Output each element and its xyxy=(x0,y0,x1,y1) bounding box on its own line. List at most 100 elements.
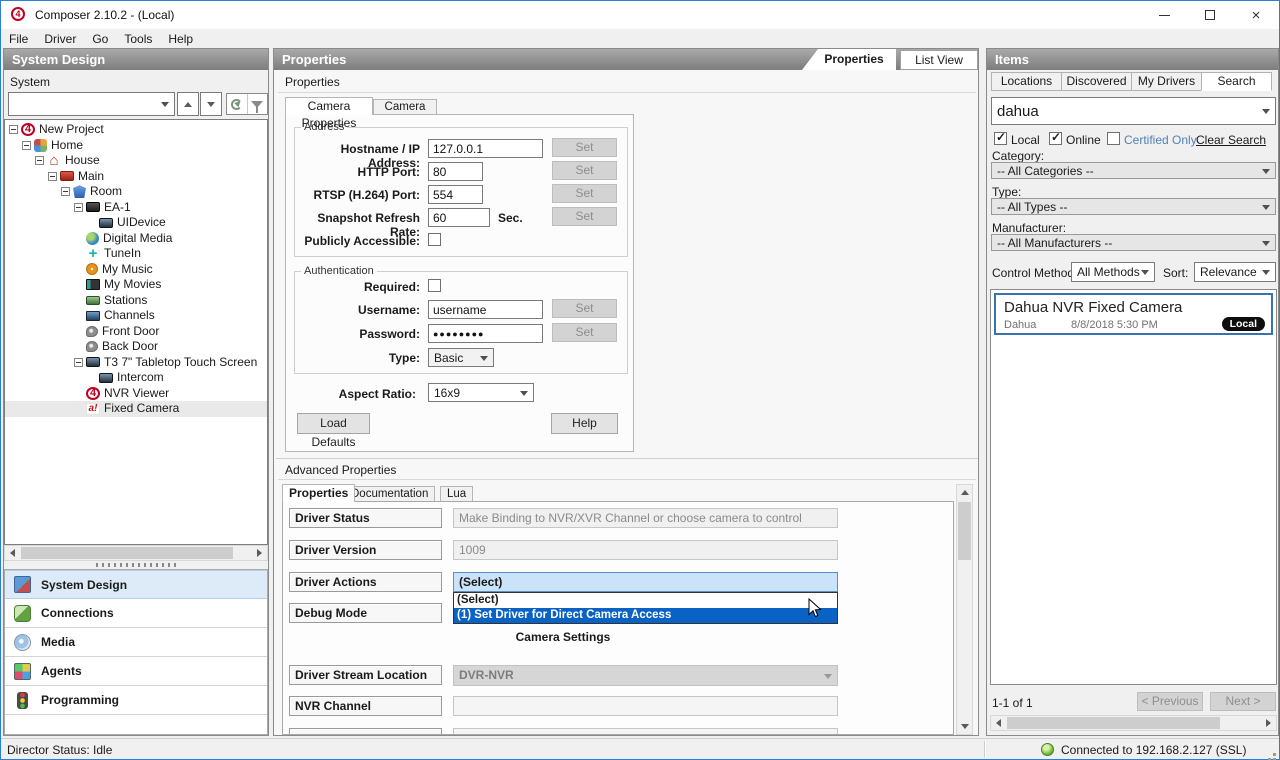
tab-camera-properties[interactable]: Camera Properties xyxy=(285,97,373,115)
tree-horizontal-scrollbar[interactable] xyxy=(4,545,268,561)
tree-item-ea-1[interactable]: EA-1 xyxy=(5,200,267,216)
nav-item-agents[interactable]: Agents xyxy=(5,657,267,686)
expander-icon[interactable] xyxy=(74,203,83,212)
tree-item-front-door[interactable]: Front Door xyxy=(5,324,267,340)
tree-item-intercom[interactable]: Intercom xyxy=(5,370,267,386)
category-combo[interactable]: -- All Categories -- xyxy=(991,162,1276,179)
tree-item-t3-7-tabletop-touch-screen[interactable]: T3 7" Tabletop Touch Screen xyxy=(5,355,267,371)
chevron-down-icon xyxy=(824,674,832,679)
tree-item-room[interactable]: Room xyxy=(5,184,267,200)
tree-item-back-door[interactable]: Back Door xyxy=(5,339,267,355)
nav-item-system-design[interactable]: System Design xyxy=(5,570,267,599)
control-method-combo[interactable]: All Methods xyxy=(1071,262,1155,282)
tab-lua[interactable]: Lua xyxy=(440,486,473,502)
rtsp-port-input[interactable] xyxy=(428,185,483,204)
tree-item-nvr-viewer[interactable]: 4NVR Viewer xyxy=(5,386,267,402)
tree-item-home[interactable]: Home xyxy=(5,138,267,154)
scrollbar-thumb[interactable] xyxy=(958,502,971,560)
items-horizontal-scrollbar[interactable] xyxy=(990,715,1277,731)
tab-discovered[interactable]: Discovered xyxy=(1061,72,1132,91)
scrollbar-thumb[interactable] xyxy=(1007,717,1220,729)
type-combo[interactable]: -- All Types -- xyxy=(991,198,1276,215)
tree-item-my-music[interactable]: My Music xyxy=(5,262,267,278)
tree-item-main[interactable]: Main xyxy=(5,169,267,185)
expander-icon[interactable] xyxy=(9,125,18,134)
nav-item-connections[interactable]: Connections xyxy=(5,599,267,628)
set-snapshot-button[interactable]: Set xyxy=(552,207,617,226)
controller-icon xyxy=(86,202,100,212)
aspect-ratio-combo[interactable]: 16x9 xyxy=(428,383,534,402)
help-button[interactable]: Help xyxy=(551,413,618,434)
online-checkbox[interactable] xyxy=(1049,132,1062,145)
tree-item-stations[interactable]: Stations xyxy=(5,293,267,309)
tree-down-button[interactable] xyxy=(200,92,222,116)
set-password-button[interactable]: Set xyxy=(552,323,617,342)
result-dahua-nvr-fixed-camera[interactable]: Dahua NVR Fixed CameraDahua8/8/2018 5:30… xyxy=(994,293,1273,335)
set-hostname-button[interactable]: Set xyxy=(552,138,617,157)
load-defaults-button[interactable]: Load Defaults xyxy=(297,413,370,434)
menu-help[interactable]: Help xyxy=(160,30,201,48)
expander-icon[interactable] xyxy=(48,172,57,181)
tab-search[interactable]: Search xyxy=(1201,72,1272,91)
required-checkbox[interactable] xyxy=(428,279,441,292)
tab-locations[interactable]: Locations xyxy=(991,72,1062,91)
menu-go[interactable]: Go xyxy=(84,30,116,48)
tab-documentation[interactable]: Documentation xyxy=(344,486,435,502)
system-selector-combo[interactable] xyxy=(8,92,175,116)
set-rtsp-button[interactable]: Set xyxy=(552,184,617,203)
expander-icon[interactable] xyxy=(35,156,44,165)
password-input[interactable] xyxy=(428,324,543,343)
nav-item-media[interactable]: Media xyxy=(5,628,267,657)
hostname-input[interactable] xyxy=(428,139,543,158)
manufacturer-combo[interactable]: -- All Manufacturers -- xyxy=(991,234,1276,251)
resize-grip[interactable] xyxy=(1273,753,1276,756)
menu-file[interactable]: File xyxy=(1,30,36,48)
tab-properties-view[interactable]: Properties xyxy=(802,49,896,70)
tree-up-button[interactable] xyxy=(177,92,199,116)
search-input[interactable]: dahua xyxy=(991,97,1276,125)
maximize-button[interactable] xyxy=(1187,1,1233,29)
expander-icon[interactable] xyxy=(61,187,70,196)
tree-item-new-project[interactable]: 4New Project xyxy=(5,122,267,138)
local-checkbox[interactable] xyxy=(994,132,1007,145)
nav-item-programming[interactable]: Programming xyxy=(5,686,267,715)
tree-item-uidevice[interactable]: UIDevice xyxy=(5,215,267,231)
expander-icon[interactable] xyxy=(22,141,31,150)
tab-advanced-properties[interactable]: Properties xyxy=(282,484,355,502)
minimize-button[interactable] xyxy=(1141,1,1187,29)
publicly-accessible-checkbox[interactable] xyxy=(428,233,441,246)
next-button[interactable]: Next > xyxy=(1210,692,1276,711)
tree-item-channels[interactable]: Channels xyxy=(5,308,267,324)
tab-list-view[interactable]: List View xyxy=(900,50,978,70)
username-input[interactable] xyxy=(428,300,543,319)
http-port-input[interactable] xyxy=(428,162,483,181)
certified-only-checkbox[interactable] xyxy=(1107,132,1120,145)
dropdown-option-1-set-driver-for-direct-camera-access[interactable]: (1) Set Driver for Direct Camera Access xyxy=(454,608,837,623)
clear-search-link[interactable]: Clear Search xyxy=(1196,133,1266,147)
dropdown-option-select[interactable]: (Select) xyxy=(454,593,837,608)
set-username-button[interactable]: Set xyxy=(552,299,617,318)
expander-icon[interactable] xyxy=(74,358,83,367)
tab-my-drivers[interactable]: My Drivers xyxy=(1131,72,1202,91)
snapshot-rate-input[interactable] xyxy=(428,208,490,227)
menu-tools[interactable]: Tools xyxy=(116,30,160,48)
sort-combo[interactable]: Relevance xyxy=(1194,262,1276,282)
status-separator xyxy=(984,741,986,758)
previous-button[interactable]: < Previous xyxy=(1137,692,1203,711)
panel-splitter-handle[interactable] xyxy=(96,563,176,567)
set-http-button[interactable]: Set xyxy=(552,161,617,180)
scrollbar-thumb[interactable] xyxy=(21,547,233,559)
tree-item-tunein[interactable]: +TuneIn xyxy=(5,246,267,262)
tab-camera-test[interactable]: Camera Test xyxy=(373,99,437,115)
tree-item-fixed-camera[interactable]: a!Fixed Camera xyxy=(5,401,267,417)
tree-item-digital-media[interactable]: Digital Media xyxy=(5,231,267,247)
tree-item-my-movies[interactable]: My Movies xyxy=(5,277,267,293)
driver-actions-combo[interactable]: (Select) xyxy=(453,572,838,592)
tree-item-house[interactable]: ⌂House xyxy=(5,153,267,169)
menu-driver[interactable]: Driver xyxy=(36,30,84,48)
filter-button[interactable] xyxy=(248,94,268,114)
refresh-button[interactable] xyxy=(227,94,248,114)
close-button[interactable]: × xyxy=(1233,1,1279,29)
advanced-vertical-scrollbar[interactable] xyxy=(956,484,973,735)
auth-type-combo[interactable]: Basic xyxy=(428,348,494,367)
